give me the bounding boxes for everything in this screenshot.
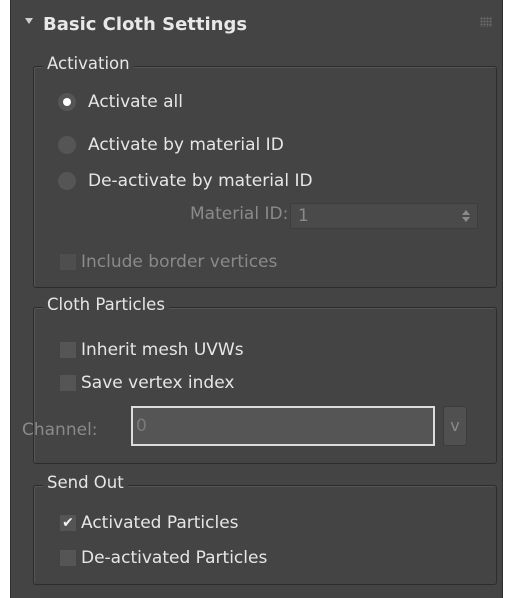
- channel-select-button[interactable]: v: [443, 406, 467, 446]
- send-out-group-title: Send Out: [43, 473, 128, 492]
- channel-input[interactable]: 0: [131, 406, 435, 446]
- radio-label: De-activate by material ID: [88, 171, 313, 191]
- checkbox-box[interactable]: [60, 342, 76, 358]
- checkbox-box[interactable]: [60, 254, 76, 270]
- inherit-mesh-uvws-checkbox[interactable]: Inherit mesh UVWs: [60, 338, 244, 362]
- radio-button[interactable]: [58, 136, 76, 154]
- activation-group: Activation Activate all Activate by mate…: [33, 54, 497, 288]
- spinner-arrows-icon[interactable]: [462, 210, 470, 222]
- channel-label: Channel:: [22, 420, 98, 440]
- activated-particles-checkbox[interactable]: ✔ Activated Particles: [60, 511, 239, 535]
- checkbox-label: Inherit mesh UVWs: [81, 340, 244, 360]
- radio-button[interactable]: [58, 93, 76, 111]
- radio-label: Activate by material ID: [88, 135, 284, 155]
- cloth-particles-group-title: Cloth Particles: [43, 295, 169, 314]
- deactivated-particles-checkbox[interactable]: De-activated Particles: [60, 546, 267, 570]
- checkbox-label: Save vertex index: [81, 373, 235, 393]
- rollout-title: Basic Cloth Settings: [43, 14, 248, 35]
- cloth-particles-group: Cloth Particles Inherit mesh UVWs Save v…: [22, 295, 497, 464]
- material-id-value[interactable]: 1: [298, 206, 309, 226]
- radio-button[interactable]: [58, 172, 76, 190]
- rollout-header[interactable]: Basic Cloth Settings: [11, 0, 502, 52]
- checkbox-box[interactable]: [60, 550, 76, 566]
- material-id-label: Material ID:: [190, 204, 289, 224]
- checkbox-box[interactable]: [60, 375, 76, 391]
- channel-value[interactable]: 0: [136, 416, 147, 436]
- radio-label: Activate all: [88, 92, 183, 112]
- save-vertex-index-checkbox[interactable]: Save vertex index: [60, 371, 234, 395]
- collapse-arrow-icon[interactable]: [25, 18, 33, 24]
- send-out-group: Send Out ✔ Activated Particles De-activa…: [33, 473, 497, 585]
- cloth-settings-panel: Basic Cloth Settings Activation Activate…: [10, 0, 503, 598]
- activation-group-title: Activation: [43, 54, 134, 73]
- include-border-vertices-checkbox[interactable]: Include border vertices: [60, 250, 277, 274]
- radio-activate-by-material-id[interactable]: Activate by material ID: [58, 133, 284, 157]
- checkbox-label: De-activated Particles: [81, 548, 268, 568]
- radio-deactivate-by-material-id[interactable]: De-activate by material ID: [58, 169, 313, 193]
- checkbox-label: Include border vertices: [81, 252, 278, 272]
- checkbox-label: Activated Particles: [81, 513, 239, 533]
- radio-activate-all[interactable]: Activate all: [58, 90, 183, 114]
- drag-grip-icon[interactable]: [480, 17, 492, 27]
- material-id-spinner[interactable]: 1: [290, 203, 478, 229]
- checkmark-icon[interactable]: ✔: [60, 515, 76, 531]
